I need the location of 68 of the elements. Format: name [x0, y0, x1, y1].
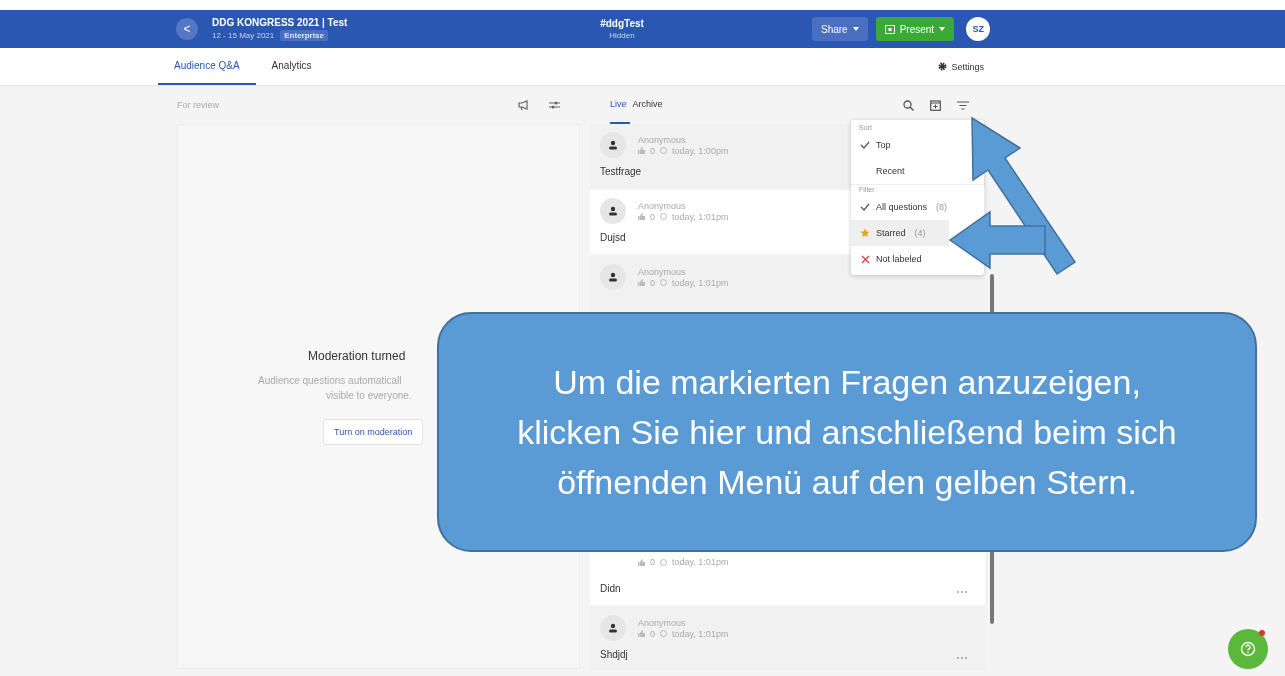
settings-button[interactable]: Settings [932, 48, 990, 85]
screen-icon [884, 24, 895, 34]
vote-count: 0 [650, 211, 655, 222]
question-author: Anonymous [638, 200, 687, 211]
thumbs-up-icon [638, 147, 645, 154]
share-button[interactable]: Share [812, 17, 868, 41]
question-text: Dujsd [600, 232, 626, 243]
callout-text: Um die markierten Fragen anzuzeigen, klicken Sie hier und anschließend beim sich öffnenden Menü auf den gelben Stern. [516, 362, 1178, 503]
channel-name: #ddgTest [600, 18, 644, 29]
menu-item[interactable]: Starred (4) [851, 220, 949, 246]
question-author: Anonymous [638, 266, 687, 277]
notification-dot [1259, 630, 1265, 636]
sliders-icon[interactable] [549, 100, 560, 110]
back-button[interactable]: < [176, 18, 198, 40]
clock-icon [660, 630, 667, 637]
cross-icon [860, 254, 870, 264]
help-button[interactable] [1228, 629, 1268, 669]
question-time: today, 1:01pm [672, 628, 729, 639]
plan-badge: Enterprise [280, 30, 328, 41]
question-time: today, 1:01pm [672, 211, 729, 222]
menu-item[interactable]: Top [851, 132, 949, 158]
column-title: For review [177, 100, 219, 110]
caret-icon [852, 27, 859, 31]
search-icon[interactable] [903, 99, 914, 111]
clock-icon [660, 279, 667, 286]
vote-count: 0 [650, 145, 655, 156]
question-text: Shdjdj [600, 649, 628, 660]
calendar-add-icon[interactable] [930, 99, 941, 111]
person-icon [608, 623, 618, 633]
user-avatar[interactable]: SZ [966, 17, 991, 41]
question-author: Anonymous [638, 134, 687, 145]
tab[interactable]: Audience Q&A [158, 48, 256, 85]
vote-count: 0 [650, 277, 655, 288]
tab[interactable]: Analytics [255, 48, 328, 85]
event-title: DDG KONGRESS 2021 | Test [212, 17, 349, 28]
list-tab[interactable]: Archive [632, 86, 666, 124]
menu-item[interactable]: Recent [851, 158, 949, 184]
settings-icon [938, 62, 948, 71]
empty-title: Moderation turned [308, 348, 406, 363]
question-time: today, 1:00pm [672, 145, 729, 156]
filter-icon[interactable] [957, 100, 969, 110]
question-time: today, 1:01pm [672, 277, 729, 288]
empty-text: Audience questions automaticall [258, 374, 402, 386]
vote-count: 0 [650, 557, 655, 567]
person-icon [608, 140, 618, 150]
empty-text: visible to everyone. [326, 389, 412, 401]
clock-icon [660, 147, 667, 154]
thumbs-up-icon [638, 558, 645, 566]
thumbs-up-icon [638, 630, 645, 637]
caret-icon [939, 27, 946, 31]
turn-on-moderation-button[interactable]: Turn on moderation [323, 418, 424, 445]
question-text: Testfrage [600, 166, 642, 177]
vote-count: 0 [650, 628, 655, 639]
person-icon [608, 272, 618, 282]
question-text: Didn [600, 583, 621, 594]
thumbs-up-icon [638, 279, 645, 286]
thumbs-up-icon [638, 213, 645, 220]
help-icon [1240, 641, 1256, 657]
question-author: Anonymous [638, 617, 687, 628]
menu-item[interactable]: All questions (8) [851, 194, 956, 220]
clock-icon [660, 558, 667, 566]
clock-icon [660, 213, 667, 220]
question-time: today, 1:01pm [672, 557, 729, 567]
event-dates: 12 - 15 May 2021 [212, 31, 275, 40]
star-icon [860, 228, 870, 238]
channel-status: Hidden [609, 31, 635, 40]
megaphone-icon[interactable] [518, 100, 529, 110]
person-icon [608, 206, 618, 216]
